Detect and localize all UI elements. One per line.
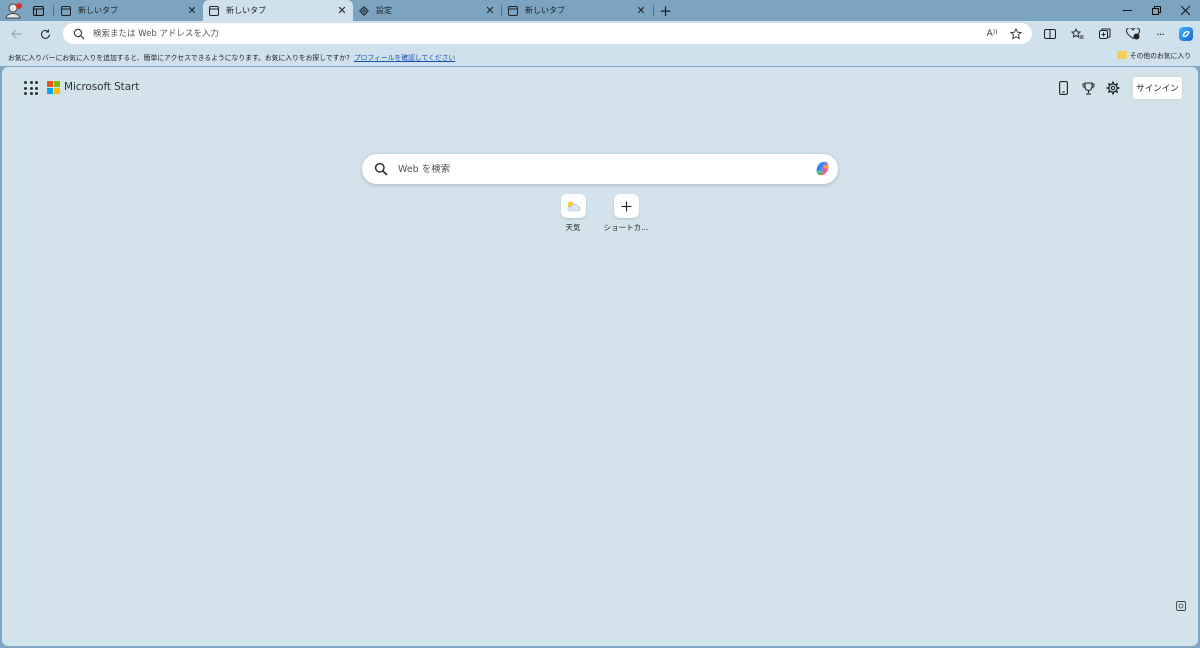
page-settings-gear-icon[interactable]	[1105, 80, 1121, 96]
favorite-star-icon[interactable]	[1009, 27, 1023, 41]
favorites-icon[interactable]	[1068, 25, 1086, 43]
check-profile-link[interactable]: プロフィールを確認してください	[354, 54, 455, 62]
tab-label: 設定	[376, 6, 392, 15]
shortcut-label: 天気	[565, 223, 581, 232]
mobile-phone-icon[interactable]	[1055, 80, 1071, 96]
app-launcher-icon[interactable]	[24, 81, 38, 95]
other-favorites-label: その他のお気に入り	[1129, 52, 1191, 60]
more-options-label: ···	[1156, 27, 1164, 41]
favorites-bar: お気に入りバーにお気に入りを追加すると、簡単にアクセスできるようになります。お気…	[0, 46, 1200, 66]
copilot-icon[interactable]	[813, 159, 832, 178]
search-icon	[374, 162, 388, 176]
newtab-page-icon	[209, 5, 219, 16]
new-tab-page: Microsoft Start サインイン 天気 ショートカ...	[2, 67, 1198, 646]
read-aloud-icon[interactable]: A))	[985, 27, 999, 41]
tab-4[interactable]: 新しいタブ ✕	[502, 0, 652, 21]
web-search-input[interactable]	[398, 163, 798, 175]
split-screen-icon[interactable]	[1041, 25, 1059, 43]
sign-in-button[interactable]: サインイン	[1132, 76, 1183, 100]
address-bar[interactable]: A))	[63, 23, 1032, 44]
close-icon[interactable]: ✕	[335, 4, 349, 18]
customize-page-icon[interactable]	[1176, 601, 1186, 611]
address-input[interactable]	[93, 28, 953, 39]
favorites-bar-text: お気に入りバーにお気に入りを追加すると、簡単にアクセスできるようになります。お気…	[8, 54, 350, 62]
shortcut-label: ショートカ...	[603, 223, 649, 232]
microsoft-logo-icon	[47, 81, 60, 94]
tab-strip: 新しいタブ ✕ 新しいタブ ✕ 設定 ✕ 新しいタブ ✕ +	[0, 0, 1200, 21]
tab-separator	[653, 5, 654, 16]
web-search-box[interactable]	[362, 154, 838, 184]
tab-actions-icon[interactable]	[30, 3, 46, 18]
shortcut-add[interactable]: ショートカ...	[597, 194, 655, 233]
close-icon[interactable]: ✕	[483, 4, 497, 18]
folder-icon	[1116, 51, 1127, 59]
tab-separator	[53, 5, 54, 16]
tab-2[interactable]: 新しいタブ ✕	[203, 0, 353, 21]
other-favorites-button[interactable]: その他のお気に入り	[1116, 50, 1191, 60]
profile-avatar-icon[interactable]	[5, 2, 23, 19]
plus-icon	[613, 194, 639, 218]
newtab-page-icon	[61, 5, 71, 16]
more-options-icon[interactable]: ···	[1151, 25, 1169, 43]
toolbar: A)) ···	[0, 21, 1200, 46]
tab-label: 新しいタブ	[525, 6, 565, 15]
gear-icon	[359, 5, 369, 16]
brand-title[interactable]: Microsoft Start	[64, 81, 139, 93]
tab-label: 新しいタブ	[226, 6, 266, 15]
tab-label: 新しいタブ	[78, 6, 118, 15]
restore-icon[interactable]	[1147, 2, 1165, 19]
search-icon	[73, 28, 85, 39]
back-arrow-icon[interactable]	[8, 25, 26, 43]
weather-icon	[560, 194, 586, 218]
newtab-page-icon	[508, 5, 518, 16]
rewards-trophy-icon[interactable]	[1080, 80, 1096, 96]
minimize-icon[interactable]	[1118, 2, 1136, 19]
refresh-icon[interactable]	[36, 25, 54, 43]
shortcut-weather[interactable]: 天気	[544, 194, 602, 233]
collections-icon[interactable]	[1096, 25, 1114, 43]
browser-essentials-icon[interactable]	[1124, 25, 1142, 43]
tab-1[interactable]: 新しいタブ ✕	[55, 0, 203, 21]
copilot-sidebar-icon[interactable]	[1177, 25, 1195, 43]
window-close-icon[interactable]	[1176, 2, 1194, 19]
new-tab-plus-icon[interactable]: +	[657, 2, 674, 20]
close-icon[interactable]: ✕	[634, 4, 648, 18]
tab-3[interactable]: 設定 ✕	[353, 0, 501, 21]
close-icon[interactable]: ✕	[185, 4, 199, 18]
favorites-bar-message: お気に入りバーにお気に入りを追加すると、簡単にアクセスできるようになります。お気…	[8, 52, 455, 62]
